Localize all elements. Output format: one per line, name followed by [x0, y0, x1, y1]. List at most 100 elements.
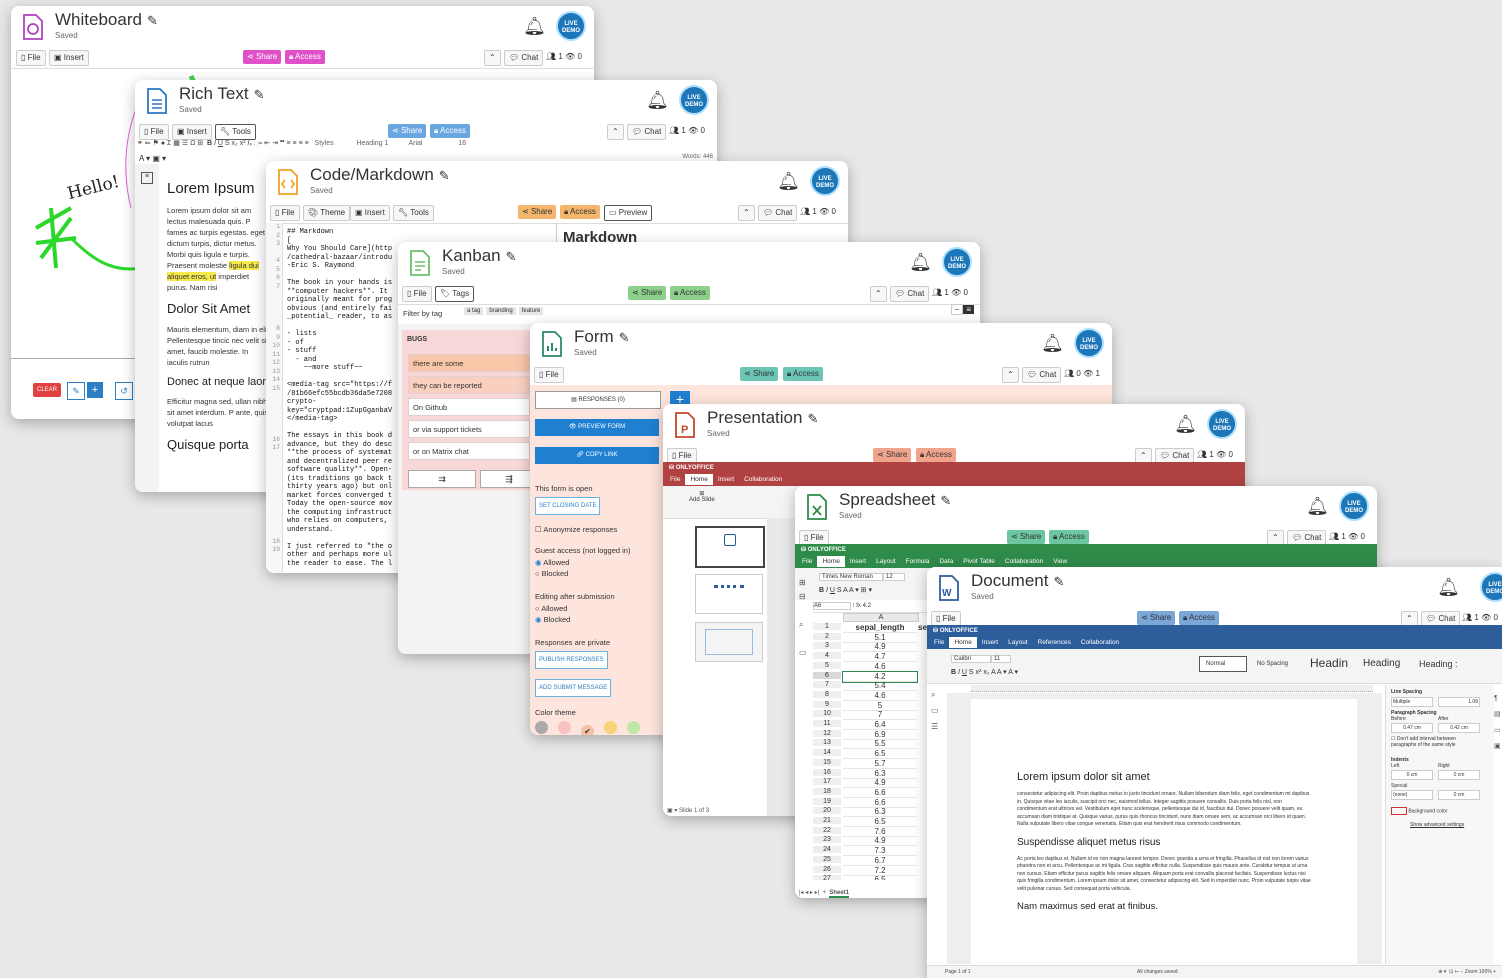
access-button[interactable]: 🔒︎ Access [1049, 530, 1089, 544]
style-heading-3[interactable]: Heading : [1419, 659, 1458, 669]
theme-button[interactable]: 🎨︎ Theme [303, 205, 351, 221]
tags-button[interactable]: 🏷︎ Tags [435, 286, 475, 302]
table-cell[interactable]: 6.5 [843, 749, 917, 760]
cell-reference[interactable]: A6 [813, 602, 851, 610]
tab-formula[interactable]: Formula [901, 556, 935, 567]
avatar[interactable]: LIVE DEMO [1339, 491, 1369, 521]
file-button[interactable]: ▯ File [16, 50, 46, 66]
tab-file[interactable]: File [665, 474, 685, 485]
share-button[interactable]: ⋖ Share [243, 50, 282, 64]
row-number[interactable]: 17 [813, 778, 841, 786]
undo-button[interactable]: ↺ [115, 382, 133, 400]
left-sidebar-icons[interactable]: ⌕ ▭ ☰ [931, 687, 939, 735]
add-slide-button[interactable]: ⊞ Add Slide [689, 490, 715, 503]
chat-button[interactable]: 💬︎ Chat [1022, 367, 1062, 383]
row-number[interactable]: 20 [813, 807, 841, 815]
access-button[interactable]: 🔒︎ Access [916, 448, 956, 462]
tab-pivot[interactable]: Pivot Table [958, 556, 1000, 567]
background-color[interactable]: Background color [1391, 807, 1447, 815]
doc-title[interactable]: Kanban ✎ [442, 246, 517, 266]
access-button[interactable]: 🔒︎ Access [285, 50, 325, 64]
format-icons[interactable]: B I U S A A ▾ ⊞ ▾ [819, 586, 872, 594]
access-button[interactable]: 🔒︎ Access [670, 286, 710, 300]
special-select[interactable]: (none) [1391, 790, 1433, 800]
row-number[interactable]: 15 [813, 758, 841, 766]
access-button[interactable]: 🔒︎ Access [560, 205, 600, 219]
table-cell[interactable]: 5.4 [843, 681, 917, 692]
color-swatches[interactable]: ✔ [535, 721, 640, 735]
row-number[interactable]: 7 [813, 681, 841, 689]
avatar[interactable]: LIVE DEMO [1074, 328, 1104, 358]
pencil-icon[interactable]: ✎ [940, 493, 951, 508]
tools-button[interactable]: 🔧︎ Tools [393, 205, 434, 221]
publish-responses-button[interactable]: PUBLISH RESPONSES [535, 651, 608, 669]
table-cell[interactable]: 5.5 [843, 739, 917, 750]
column-title[interactable]: BUGS [402, 330, 536, 349]
row-number[interactable]: 13 [813, 739, 841, 747]
slide-thumb[interactable] [695, 574, 763, 614]
row-number[interactable]: 8 [813, 690, 841, 698]
row-number[interactable]: 4 [813, 652, 841, 660]
preview-button[interactable]: ▭ Preview [604, 205, 653, 221]
tab-references[interactable]: References [1033, 637, 1076, 648]
avatar[interactable]: LIVE DEMO [810, 166, 840, 196]
table-cell[interactable]: 5.1 [843, 633, 917, 643]
doc-title[interactable]: Form ✎ [574, 327, 630, 347]
tag-chip[interactable]: a tag [464, 307, 484, 315]
tab-layout[interactable]: Layout [871, 556, 901, 567]
bell-icon[interactable]: 🔔︎ [523, 16, 546, 37]
avatar[interactable]: LIVE DEMO [679, 85, 709, 115]
after-value[interactable]: 0.42 cm [1438, 723, 1480, 733]
chat-button[interactable]: 💬︎ Chat [627, 124, 667, 140]
row-number[interactable]: 9 [813, 700, 841, 708]
collapse-button[interactable]: ⌃ [738, 205, 755, 221]
right-sidebar-icons[interactable]: ¶ ▤ ▭ ▣ [1494, 691, 1502, 755]
doc-canvas[interactable]: Lorem ipsum dolor sit amet consectetur a… [947, 693, 1382, 964]
tools-button[interactable]: 🔧︎ Tools [215, 124, 256, 140]
access-button[interactable]: 🔒︎ Access [1179, 611, 1219, 625]
pencil-icon[interactable]: ✎ [1053, 574, 1064, 589]
left-sidebar-icons[interactable]: ⊞ ⊟ ⌕ ▭ [799, 576, 807, 660]
row-number[interactable]: 18 [813, 787, 841, 795]
row-number[interactable]: 25 [813, 855, 841, 863]
pencil-icon[interactable]: ✎ [254, 87, 265, 102]
set-closing-date-button[interactable]: SET CLOSING DATE [535, 497, 601, 515]
tab-home[interactable]: Home [817, 556, 845, 567]
tag-filter[interactable]: a tag branding feature [464, 307, 544, 315]
format-toolbar[interactable]: ⚭ ⇐ ⚑ ● Σ ▦ ☰ Ω ⊞ B I U S x₂ x² 𝐼ₓ ⁝ ≔ ⇤… [137, 139, 478, 148]
row-number[interactable]: 26 [813, 865, 841, 873]
bell-icon[interactable]: 🔔︎ [1174, 414, 1197, 435]
font-select[interactable]: Times New Roman [819, 573, 883, 581]
tab-collaboration[interactable]: Collaboration [1076, 637, 1124, 648]
row-number[interactable]: 21 [813, 817, 841, 824]
sheet-tabs[interactable]: |◂ ◂ ▸ ▸| + Sheet1 [799, 889, 850, 898]
tab-file[interactable]: File [797, 556, 817, 567]
kanban-card[interactable]: or on Matrix chat [408, 442, 530, 460]
row-number[interactable]: 19 [813, 797, 841, 805]
dont-add-checkbox[interactable]: ☐ Don't add interval between paragraphs … [1391, 736, 1481, 748]
table-cell[interactable]: 6.5 [843, 817, 917, 827]
zoom-level[interactable]: ⊕ ▾ ⊡ ⊢ − Zoom 100% + [1438, 969, 1496, 975]
table-cell[interactable]: 6.9 [843, 730, 917, 740]
doc-title[interactable]: Spreadsheet ✎ [839, 490, 951, 510]
row-number[interactable]: 3 [813, 642, 841, 650]
table-cell[interactable]: 6.7 [843, 856, 917, 866]
formula-value[interactable]: 4.2 [863, 603, 871, 609]
tab-insert[interactable]: Insert [977, 637, 1003, 648]
kanban-card[interactable]: they can be reported [408, 376, 530, 394]
table-cell[interactable]: 4.9 [843, 836, 917, 847]
row-number[interactable]: 27 [813, 875, 841, 880]
collapse-button[interactable]: ⌃ [870, 286, 887, 302]
tab-home[interactable]: Home [685, 474, 713, 485]
style-no-spacing[interactable]: No Spacing [1257, 661, 1288, 667]
view-toggle[interactable]: − ≡ [950, 304, 974, 315]
tab-insert[interactable]: Insert [845, 556, 871, 567]
share-button[interactable]: ⋖ Share [1137, 611, 1176, 625]
pencil-icon[interactable]: ✎ [619, 330, 630, 345]
row-number[interactable]: 5 [813, 661, 841, 669]
row-number[interactable]: 6 [813, 671, 841, 679]
add-button[interactable]: + [87, 382, 103, 398]
table-cell[interactable]: 6.4 [843, 720, 917, 730]
heading-select[interactable]: Heading 1 [356, 140, 406, 147]
tag-chip[interactable]: branding [486, 307, 516, 315]
